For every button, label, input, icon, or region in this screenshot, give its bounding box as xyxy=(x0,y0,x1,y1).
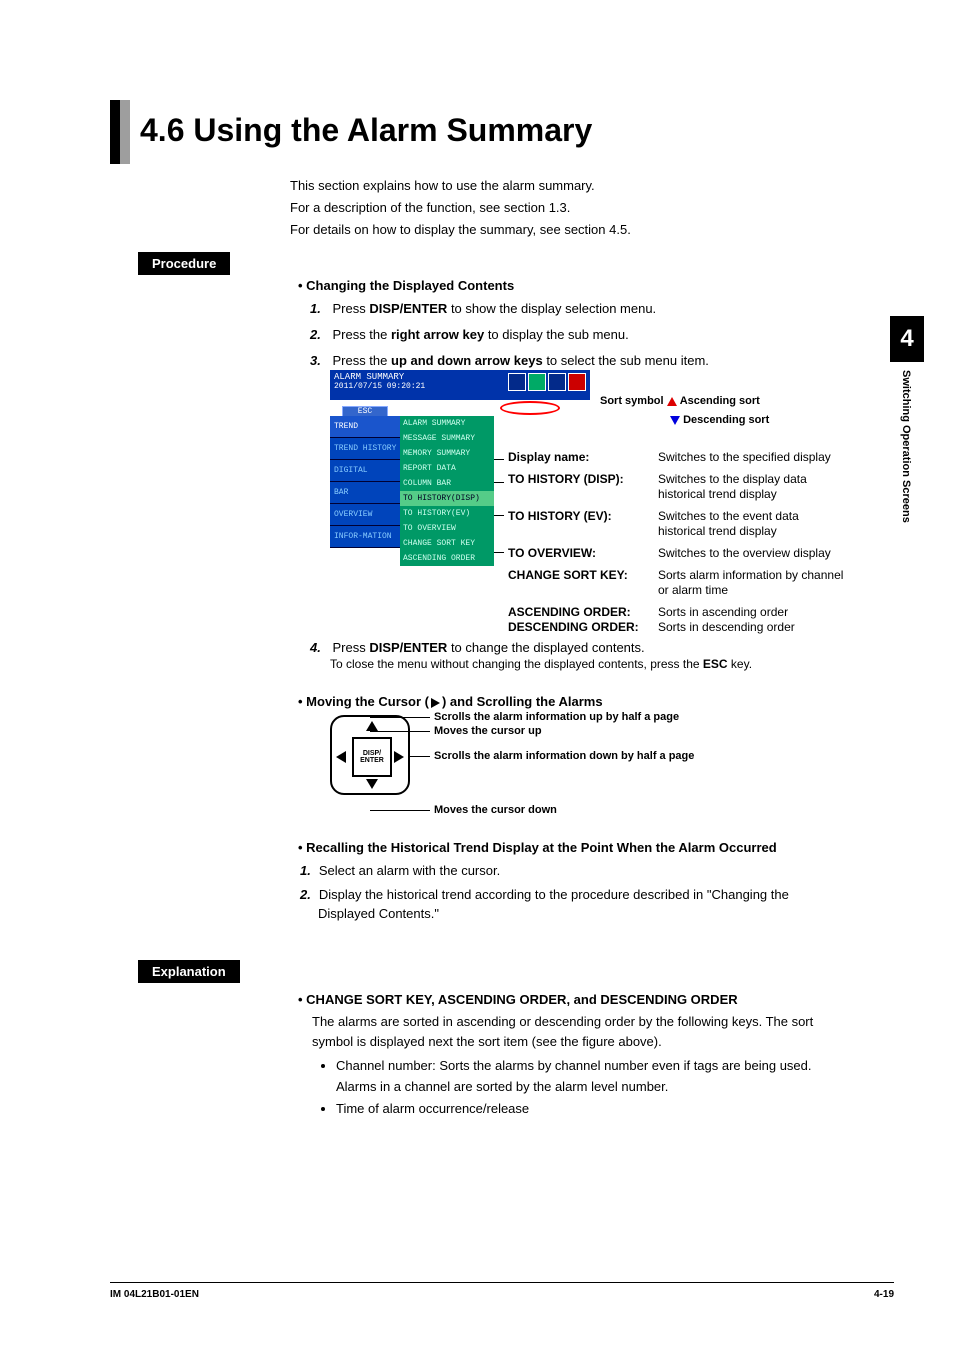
left-arrow-icon xyxy=(336,751,346,763)
explanation-list-item: Channel number: Sorts the alarms by chan… xyxy=(336,1056,838,1096)
sidebar-item[interactable]: TREND xyxy=(330,416,400,438)
sidebar-item[interactable]: BAR xyxy=(330,482,400,504)
callout-row: Display name: Switches to the specified … xyxy=(508,450,848,466)
submenu-item[interactable]: COLUMN BAR xyxy=(400,476,494,491)
disp-enter-key[interactable]: DISP/ENTER xyxy=(352,737,392,777)
leader-line xyxy=(370,731,430,732)
submenu-item[interactable]: MESSAGE SUMMARY xyxy=(400,431,494,446)
leader-line xyxy=(494,459,504,460)
steps-123: 1. Press DISP/ENTER to show the display … xyxy=(310,298,709,376)
down-arrow-icon xyxy=(366,779,378,789)
section-recalling-title: Recalling the Historical Trend Display a… xyxy=(298,840,838,855)
intro-block: This section explains how to use the ala… xyxy=(290,175,631,241)
callout-row: CHANGE SORT KEY: Sorts alarm information… xyxy=(508,568,848,599)
step-row: 1. Press DISP/ENTER to show the display … xyxy=(310,298,709,320)
explanation-body: CHANGE SORT KEY, ASCENDING ORDER, and DE… xyxy=(298,990,838,1121)
recall-step: 2.Display the historical trend according… xyxy=(298,885,838,924)
callout-row: TO HISTORY (EV): Switches to the event d… xyxy=(508,509,848,540)
right-arrow-icon xyxy=(431,698,440,708)
key-label-scroll-up: Scrolls the alarm information up by half… xyxy=(434,711,679,723)
sidebar-item[interactable]: INFOR-MATION xyxy=(330,526,400,548)
submenu-item[interactable]: ALARM SUMMARY xyxy=(400,416,494,431)
footer-right: 4-19 xyxy=(874,1289,894,1300)
leader-line xyxy=(494,482,504,483)
callout-row: ASCENDING ORDER: Sorts in ascending orde… xyxy=(508,605,848,621)
submenu-item[interactable]: TO OVERVIEW xyxy=(400,521,494,536)
chapter-number: 4 xyxy=(890,316,924,362)
recalling-section: Recalling the Historical Trend Display a… xyxy=(298,840,838,928)
camera-icon xyxy=(548,373,566,391)
explanation-title: CHANGE SORT KEY, ASCENDING ORDER, and DE… xyxy=(298,990,838,1010)
page-footer: IM 04L21B01-01EN 4-19 xyxy=(110,1282,894,1300)
header-decoration xyxy=(110,100,130,164)
step-row: 2. Press the right arrow key to display … xyxy=(310,324,709,346)
descending-triangle-icon xyxy=(670,416,680,425)
sort-symbol-highlight xyxy=(500,401,560,415)
recall-step: 1.Select an alarm with the cursor. xyxy=(298,861,838,881)
section-moving-title: Moving the Cursor () and Scrolling the A… xyxy=(298,694,603,709)
figure-sidebar: TREND TREND HISTORY DIGITAL BAR OVERVIEW… xyxy=(330,416,400,548)
keycap: up and down arrow keys xyxy=(391,353,543,368)
keycap: DISP/ENTER xyxy=(369,640,447,655)
intro-line: This section explains how to use the ala… xyxy=(290,175,631,197)
span-icon xyxy=(528,373,546,391)
chapter-title-vertical: Switching Operation Screens xyxy=(890,370,912,523)
explanation-list-item: Time of alarm occurrence/release xyxy=(336,1099,838,1119)
step-number: 1. xyxy=(310,301,321,316)
keycap: right arrow key xyxy=(391,327,484,342)
submenu-item[interactable]: TO HISTORY(EV) xyxy=(400,506,494,521)
keycap: DISP/ENTER xyxy=(369,301,447,316)
section-changing-title: Changing the Displayed Contents xyxy=(298,278,514,293)
figure-submenu: ALARM SUMMARY MESSAGE SUMMARY MEMORY SUM… xyxy=(400,416,494,566)
intro-line: For details on how to display the summar… xyxy=(290,219,631,241)
callout-row: TO HISTORY (DISP): Switches to the displ… xyxy=(508,472,848,503)
submenu-item[interactable]: CHANGE SORT KEY xyxy=(400,536,494,551)
leader-line xyxy=(494,515,504,516)
up-arrow-icon xyxy=(366,721,378,731)
sort-symbol-label: Sort symbol Ascending sort xyxy=(600,395,760,407)
right-arrow-icon xyxy=(394,751,404,763)
step-row: 3. Press the up and down arrow keys to s… xyxy=(310,350,709,372)
submenu-item[interactable]: ASCENDING ORDER xyxy=(400,551,494,566)
step-4-note: To close the menu without changing the d… xyxy=(310,657,830,671)
leader-line xyxy=(370,717,430,718)
figure-titlebar: ALARM SUMMARY 2011/07/15 09:20:21 xyxy=(330,370,590,400)
ascending-triangle-icon xyxy=(667,397,677,406)
step-number: 4. xyxy=(310,640,321,655)
speaker-icon xyxy=(568,373,586,391)
step-number: 3. xyxy=(310,353,321,368)
side-tab: 4 Switching Operation Screens xyxy=(890,316,924,523)
intro-line: For a description of the function, see s… xyxy=(290,197,631,219)
key-label-scroll-down: Scrolls the alarm information down by ha… xyxy=(434,750,694,762)
sidebar-item[interactable]: TREND HISTORY xyxy=(330,438,400,460)
sidebar-item[interactable]: OVERVIEW xyxy=(330,504,400,526)
submenu-item[interactable]: REPORT DATA xyxy=(400,461,494,476)
disp-icon xyxy=(508,373,526,391)
disp-enter-key-diagram: DISP/ENTER xyxy=(330,715,410,795)
explanation-badge: Explanation xyxy=(138,960,240,983)
descending-sort-label: Descending sort xyxy=(670,414,769,426)
step-4: 4. Press DISP/ENTER to change the displa… xyxy=(310,640,830,671)
step-number: 2. xyxy=(310,327,321,342)
key-label-cursor-up: Moves the cursor up xyxy=(434,725,542,737)
footer-left: IM 04L21B01-01EN xyxy=(110,1289,199,1300)
submenu-item[interactable]: TO HISTORY(DISP) xyxy=(400,491,494,506)
explanation-paragraph: The alarms are sorted in ascending or de… xyxy=(298,1012,838,1052)
callout-row: TO OVERVIEW: Switches to the overview di… xyxy=(508,546,848,562)
figure-callouts: Display name: Switches to the specified … xyxy=(508,450,848,642)
page-title: 4.6 Using the Alarm Summary xyxy=(140,112,592,149)
procedure-badge: Procedure xyxy=(138,252,230,275)
key-label-cursor-down: Moves the cursor down xyxy=(434,804,557,816)
leader-line xyxy=(370,810,430,811)
submenu-item[interactable]: MEMORY SUMMARY xyxy=(400,446,494,461)
sidebar-item[interactable]: DIGITAL xyxy=(330,460,400,482)
callout-row: DESCENDING ORDER: Sorts in descending or… xyxy=(508,620,848,636)
leader-line xyxy=(494,552,504,553)
leader-line xyxy=(410,756,430,757)
